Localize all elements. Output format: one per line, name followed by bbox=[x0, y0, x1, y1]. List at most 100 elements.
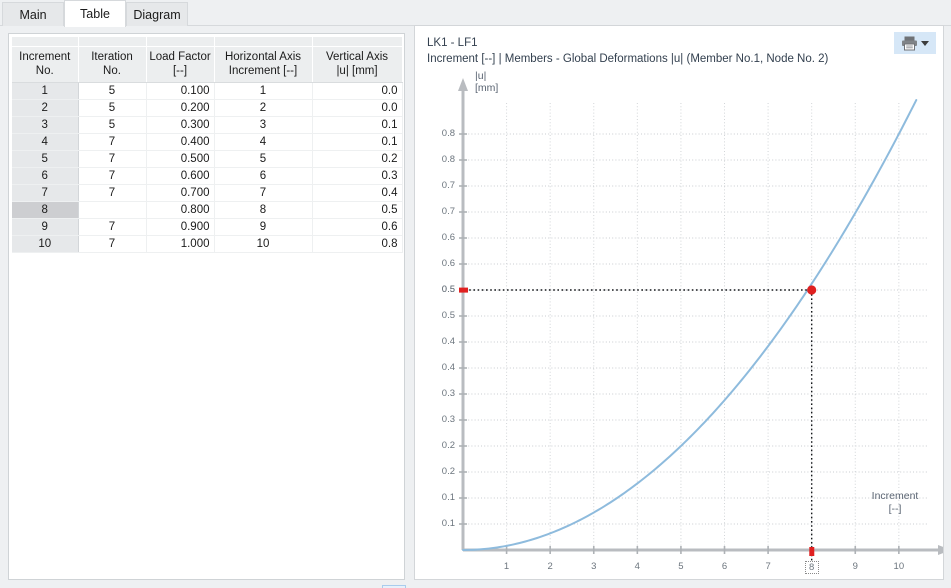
column-header-increment-no[interactable]: Increment No. bbox=[12, 47, 78, 83]
cell-horizontal-axis[interactable]: 7 bbox=[214, 185, 312, 202]
cell-increment-no[interactable]: 3 bbox=[12, 117, 78, 134]
chart-title-line1: LK1 - LF1 bbox=[427, 36, 828, 52]
cell-load-factor[interactable]: 1.000 bbox=[146, 236, 214, 253]
cell-increment-no[interactable]: 9 bbox=[12, 219, 78, 236]
y-axis-caption-name: |u| bbox=[475, 70, 498, 82]
table-row[interactable]: 150.10010.0 bbox=[12, 83, 402, 100]
cell-vertical-axis[interactable]: 0.0 bbox=[312, 100, 402, 117]
tab-main-label: Main bbox=[19, 8, 46, 22]
y-axis-tick-label: 0.3 bbox=[442, 388, 455, 399]
cell-horizontal-axis[interactable]: 9 bbox=[214, 219, 312, 236]
table-row[interactable]: 570.50050.2 bbox=[12, 151, 402, 168]
table-row[interactable]: 870.80080.5 bbox=[12, 202, 402, 219]
cell-horizontal-axis[interactable]: 6 bbox=[214, 168, 312, 185]
cell-increment-no[interactable]: 10 bbox=[12, 236, 78, 253]
cell-load-factor[interactable]: 0.600 bbox=[146, 168, 214, 185]
cell-horizontal-axis[interactable]: 10 bbox=[214, 236, 312, 253]
table-row[interactable]: 350.30030.1 bbox=[12, 117, 402, 134]
cell-iteration-no-selected[interactable]: 7 bbox=[78, 202, 146, 219]
cell-vertical-axis[interactable]: 0.3 bbox=[312, 168, 402, 185]
cell-iteration-no[interactable]: 5 bbox=[78, 117, 146, 134]
tab-main[interactable]: Main bbox=[2, 2, 64, 26]
results-grid[interactable]: Increment No. Iteration No. Load Factor … bbox=[12, 37, 403, 253]
column-header-horizontal-axis[interactable]: Horizontal Axis Increment [--] bbox=[214, 47, 312, 83]
cell-increment-no[interactable]: 2 bbox=[12, 100, 78, 117]
grid-header-row: Increment No. Iteration No. Load Factor … bbox=[12, 47, 402, 83]
y-axis-tick-label: 0.1 bbox=[442, 518, 455, 529]
tab-table[interactable]: Table bbox=[64, 0, 126, 27]
cell-horizontal-axis[interactable]: 3 bbox=[214, 117, 312, 134]
cell-horizontal-axis[interactable]: 1 bbox=[214, 83, 312, 100]
chart-tick-layer: 0.10.10.20.20.30.30.40.40.50.50.60.60.70… bbox=[415, 76, 943, 579]
cell-iteration-no[interactable]: 7 bbox=[78, 185, 146, 202]
y-axis-tick-label: 0.2 bbox=[442, 440, 455, 451]
cell-iteration-no[interactable]: 7 bbox=[78, 151, 146, 168]
cell-vertical-axis[interactable]: 0.1 bbox=[312, 134, 402, 151]
cell-horizontal-axis[interactable]: 8 bbox=[214, 202, 312, 219]
cell-vertical-axis[interactable]: 0.6 bbox=[312, 219, 402, 236]
column-header-iteration-no[interactable]: Iteration No. bbox=[78, 47, 146, 83]
cell-vertical-axis[interactable]: 0.1 bbox=[312, 117, 402, 134]
cell-load-factor[interactable]: 0.100 bbox=[146, 83, 214, 100]
cell-load-factor[interactable]: 0.300 bbox=[146, 117, 214, 134]
chart-title-line2: Increment [--] | Members - Global Deform… bbox=[427, 52, 828, 68]
col4-line2: |u| [mm] bbox=[315, 64, 400, 78]
cell-vertical-axis[interactable]: 0.2 bbox=[312, 151, 402, 168]
x-axis-tick-label: 4 bbox=[617, 561, 657, 572]
results-grid-wrapper: Increment No. Iteration No. Load Factor … bbox=[12, 37, 402, 253]
cell-iteration-no[interactable]: 7 bbox=[78, 134, 146, 151]
table-row[interactable]: 970.90090.6 bbox=[12, 219, 402, 236]
cell-horizontal-axis[interactable]: 4 bbox=[214, 134, 312, 151]
table-row[interactable]: 670.60060.3 bbox=[12, 168, 402, 185]
diagram-panel: LK1 - LF1 Increment [--] | Members - Glo… bbox=[414, 25, 944, 580]
x-axis-tick-label: 6 bbox=[705, 561, 745, 572]
cell-iteration-no[interactable]: 7 bbox=[78, 168, 146, 185]
cell-increment-no[interactable]: 1 bbox=[12, 83, 78, 100]
grid-header: Increment No. Iteration No. Load Factor … bbox=[12, 37, 402, 83]
grid-header-spacer bbox=[12, 37, 402, 47]
y-axis-caption: |u|[mm] bbox=[475, 70, 498, 94]
table-row[interactable]: 1071.000100.8 bbox=[12, 236, 402, 253]
cell-horizontal-axis[interactable]: 2 bbox=[214, 100, 312, 117]
cell-load-factor[interactable]: 0.900 bbox=[146, 219, 214, 236]
y-axis-tick-label: 0.4 bbox=[442, 336, 455, 347]
column-header-vertical-axis[interactable]: Vertical Axis |u| [mm] bbox=[312, 47, 402, 83]
y-axis-tick-label: 0.6 bbox=[442, 232, 455, 243]
cell-increment-no[interactable]: 4 bbox=[12, 134, 78, 151]
print-button[interactable] bbox=[894, 32, 936, 54]
cell-vertical-axis[interactable]: 0.8 bbox=[312, 236, 402, 253]
table-row[interactable]: 250.20020.0 bbox=[12, 100, 402, 117]
x-axis-highlight-tick-label: 8 bbox=[805, 561, 819, 574]
cell-increment-no[interactable]: 8 bbox=[12, 202, 78, 219]
tab-table-label: Table bbox=[80, 7, 110, 21]
app-root: Main Table Diagram Increment bbox=[0, 0, 951, 588]
col0-line1: Increment bbox=[19, 51, 70, 63]
cell-load-factor[interactable]: 0.500 bbox=[146, 151, 214, 168]
cell-load-factor[interactable]: 0.700 bbox=[146, 185, 214, 202]
cell-increment-no[interactable]: 6 bbox=[12, 168, 78, 185]
y-axis-tick-label: 0.8 bbox=[442, 128, 455, 139]
cell-iteration-no[interactable]: 5 bbox=[78, 83, 146, 100]
cell-increment-no[interactable]: 5 bbox=[12, 151, 78, 168]
cell-increment-no[interactable]: 7 bbox=[12, 185, 78, 202]
cell-vertical-axis[interactable]: 0.4 bbox=[312, 185, 402, 202]
cell-iteration-no[interactable]: 7 bbox=[78, 219, 146, 236]
cell-horizontal-axis[interactable]: 5 bbox=[214, 151, 312, 168]
cell-iteration-no[interactable]: 5 bbox=[78, 100, 146, 117]
cell-load-factor[interactable]: 0.800 bbox=[146, 202, 214, 219]
column-header-load-factor[interactable]: Load Factor [--] bbox=[146, 47, 214, 83]
table-row[interactable]: 770.70070.4 bbox=[12, 185, 402, 202]
cell-vertical-axis[interactable]: 0.5 bbox=[312, 202, 402, 219]
cell-vertical-axis[interactable]: 0.0 bbox=[312, 83, 402, 100]
tabstrip: Main Table Diagram bbox=[0, 0, 951, 26]
cell-load-factor[interactable]: 0.200 bbox=[146, 100, 214, 117]
x-axis-tick-label: 2 bbox=[530, 561, 570, 572]
x-axis-tick-label: 5 bbox=[661, 561, 701, 572]
x-axis-tick-label: 9 bbox=[835, 561, 875, 572]
col2-line1: Load Factor bbox=[149, 51, 210, 63]
tab-diagram[interactable]: Diagram bbox=[126, 2, 188, 26]
table-row[interactable]: 470.40040.1 bbox=[12, 134, 402, 151]
x-axis-tick-label: 1 bbox=[487, 561, 527, 572]
cell-iteration-no[interactable]: 7 bbox=[78, 236, 146, 253]
cell-load-factor[interactable]: 0.400 bbox=[146, 134, 214, 151]
